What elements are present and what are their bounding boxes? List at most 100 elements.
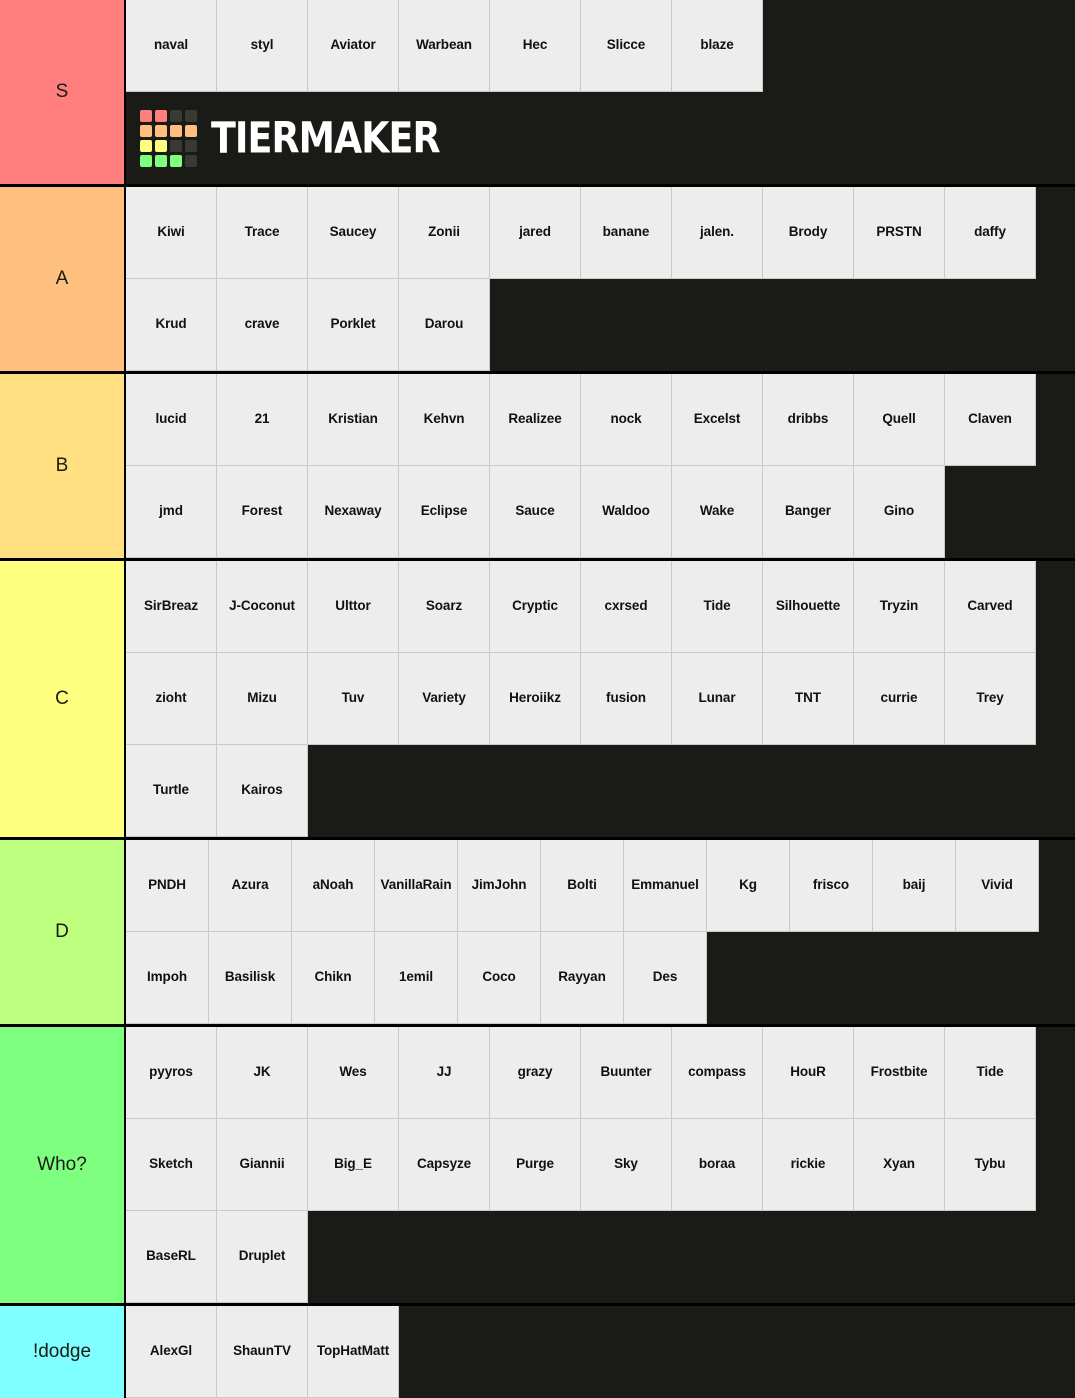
tier-item[interactable]: lucid bbox=[126, 374, 217, 466]
tier-item[interactable]: BaseRL bbox=[126, 1211, 217, 1303]
tier-item[interactable]: SirBreaz bbox=[126, 561, 217, 653]
tier-item[interactable]: zioht bbox=[126, 653, 217, 745]
tier-item[interactable]: Gino bbox=[854, 466, 945, 558]
tier-item[interactable]: baij bbox=[873, 840, 956, 932]
tier-item[interactable]: Tybu bbox=[945, 1119, 1036, 1211]
tier-item[interactable]: dribbs bbox=[763, 374, 854, 466]
tier-item[interactable]: Heroiikz bbox=[490, 653, 581, 745]
tier-label-s[interactable]: S bbox=[0, 0, 126, 184]
tier-item[interactable]: cxrsed bbox=[581, 561, 672, 653]
tier-item[interactable]: Kairos bbox=[217, 745, 308, 837]
tier-item[interactable]: Sauce bbox=[490, 466, 581, 558]
tier-item[interactable]: Bolti bbox=[541, 840, 624, 932]
tier-item[interactable]: Wake bbox=[672, 466, 763, 558]
tier-item[interactable]: Trey bbox=[945, 653, 1036, 745]
tier-item[interactable]: Emmanuel bbox=[624, 840, 707, 932]
tier-item[interactable]: Trace bbox=[217, 187, 308, 279]
tier-item[interactable]: Des bbox=[624, 932, 707, 1024]
tier-item[interactable]: jmd bbox=[126, 466, 217, 558]
tier-item[interactable]: TopHatMatt bbox=[308, 1306, 399, 1398]
tier-item[interactable]: JK bbox=[217, 1027, 308, 1119]
tier-item[interactable]: Tuv bbox=[308, 653, 399, 745]
tier-item[interactable]: Azura bbox=[209, 840, 292, 932]
tier-item[interactable]: JJ bbox=[399, 1027, 490, 1119]
tier-item[interactable]: AlexGl bbox=[126, 1306, 217, 1398]
tier-item[interactable]: 1emil bbox=[375, 932, 458, 1024]
tier-label-who[interactable]: Who? bbox=[0, 1027, 126, 1303]
tier-label-d[interactable]: D bbox=[0, 840, 126, 1024]
tier-label-a[interactable]: A bbox=[0, 187, 126, 371]
tier-item[interactable]: Nexaway bbox=[308, 466, 399, 558]
tier-item[interactable]: styl bbox=[217, 0, 308, 92]
tier-item[interactable]: blaze bbox=[672, 0, 763, 92]
tier-item[interactable]: Buunter bbox=[581, 1027, 672, 1119]
tier-item[interactable]: Wes bbox=[308, 1027, 399, 1119]
tier-item[interactable]: JimJohn bbox=[458, 840, 541, 932]
tier-item[interactable]: Ulttor bbox=[308, 561, 399, 653]
tier-item[interactable]: Aviator bbox=[308, 0, 399, 92]
tier-item[interactable]: jalen. bbox=[672, 187, 763, 279]
tier-item[interactable]: grazy bbox=[490, 1027, 581, 1119]
tier-item[interactable]: Kg bbox=[707, 840, 790, 932]
tier-item[interactable]: aNoah bbox=[292, 840, 375, 932]
tier-item[interactable]: Cryptic bbox=[490, 561, 581, 653]
tier-item[interactable]: Warbean bbox=[399, 0, 490, 92]
tier-item[interactable]: nock bbox=[581, 374, 672, 466]
tier-item[interactable]: Turtle bbox=[126, 745, 217, 837]
tier-item[interactable]: Kristian bbox=[308, 374, 399, 466]
tier-item[interactable]: Big_E bbox=[308, 1119, 399, 1211]
tier-item[interactable]: HouR bbox=[763, 1027, 854, 1119]
tier-item[interactable]: Xyan bbox=[854, 1119, 945, 1211]
tier-item[interactable]: Soarz bbox=[399, 561, 490, 653]
tier-item[interactable]: Impoh bbox=[126, 932, 209, 1024]
tier-item[interactable]: Kiwi bbox=[126, 187, 217, 279]
tier-item[interactable]: PNDH bbox=[126, 840, 209, 932]
tier-item[interactable]: Quell bbox=[854, 374, 945, 466]
tier-item[interactable]: Realizee bbox=[490, 374, 581, 466]
tier-item[interactable]: Chikn bbox=[292, 932, 375, 1024]
tier-item[interactable]: Zonii bbox=[399, 187, 490, 279]
tier-item[interactable]: frisco bbox=[790, 840, 873, 932]
tier-item[interactable]: Banger bbox=[763, 466, 854, 558]
tier-item[interactable]: Sky bbox=[581, 1119, 672, 1211]
tier-item[interactable]: daffy bbox=[945, 187, 1036, 279]
tier-item[interactable]: J-Coconut bbox=[217, 561, 308, 653]
tier-item[interactable]: Claven bbox=[945, 374, 1036, 466]
tier-item[interactable]: fusion bbox=[581, 653, 672, 745]
tier-item[interactable]: Waldoo bbox=[581, 466, 672, 558]
tier-item[interactable]: Forest bbox=[217, 466, 308, 558]
tier-item[interactable]: ShaunTV bbox=[217, 1306, 308, 1398]
tier-label-dodge[interactable]: !dodge bbox=[0, 1306, 126, 1398]
tier-item[interactable]: jared bbox=[490, 187, 581, 279]
tier-item[interactable]: Basilisk bbox=[209, 932, 292, 1024]
tier-item[interactable]: compass bbox=[672, 1027, 763, 1119]
tier-item[interactable]: currie bbox=[854, 653, 945, 745]
tier-item[interactable]: Silhouette bbox=[763, 561, 854, 653]
tier-item[interactable]: pyyros bbox=[126, 1027, 217, 1119]
tier-item[interactable]: Tide bbox=[672, 561, 763, 653]
tier-item[interactable]: boraa bbox=[672, 1119, 763, 1211]
tier-label-c[interactable]: C bbox=[0, 561, 126, 837]
tier-item[interactable]: TNT bbox=[763, 653, 854, 745]
tier-item[interactable]: Slicce bbox=[581, 0, 672, 92]
tier-item[interactable]: Kehvn bbox=[399, 374, 490, 466]
tier-item[interactable]: VanillaRain bbox=[375, 840, 458, 932]
tier-item[interactable]: rickie bbox=[763, 1119, 854, 1211]
tier-label-b[interactable]: B bbox=[0, 374, 126, 558]
tier-item[interactable]: Eclipse bbox=[399, 466, 490, 558]
tier-item[interactable]: Rayyan bbox=[541, 932, 624, 1024]
tier-item[interactable]: Coco bbox=[458, 932, 541, 1024]
tier-item[interactable]: banane bbox=[581, 187, 672, 279]
tier-item[interactable]: Lunar bbox=[672, 653, 763, 745]
tier-item[interactable]: Carved bbox=[945, 561, 1036, 653]
tier-item[interactable]: Variety bbox=[399, 653, 490, 745]
tier-item[interactable]: Giannii bbox=[217, 1119, 308, 1211]
tier-item[interactable]: Saucey bbox=[308, 187, 399, 279]
tier-item[interactable]: Sketch bbox=[126, 1119, 217, 1211]
tier-item[interactable]: naval bbox=[126, 0, 217, 92]
tier-item[interactable]: Porklet bbox=[308, 279, 399, 371]
tier-item[interactable]: Tryzin bbox=[854, 561, 945, 653]
tier-item[interactable]: PRSTN bbox=[854, 187, 945, 279]
tier-item[interactable]: crave bbox=[217, 279, 308, 371]
tier-item[interactable]: Frostbite bbox=[854, 1027, 945, 1119]
